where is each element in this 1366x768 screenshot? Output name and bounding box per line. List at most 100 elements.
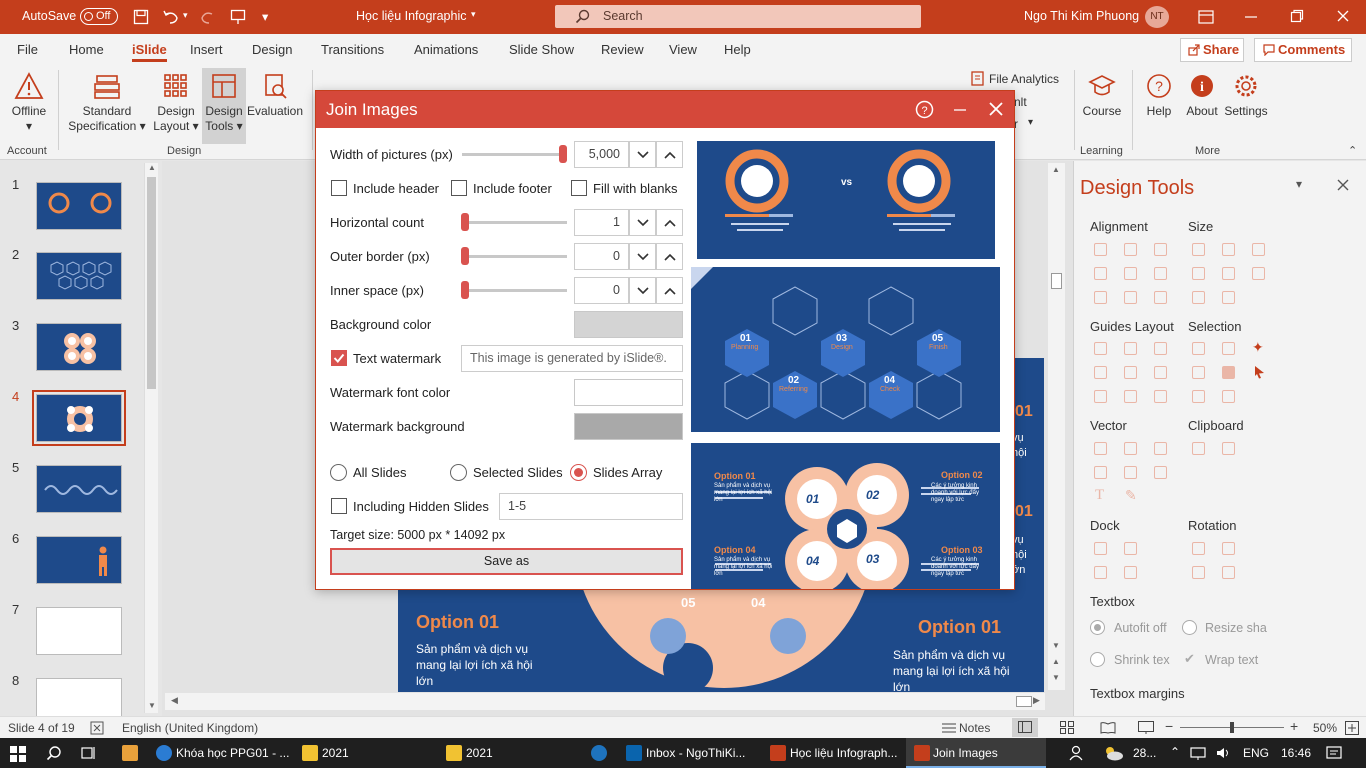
- same-width-icon[interactable]: [1192, 243, 1205, 256]
- taskbar-item-presentation[interactable]: Học liệu Infograph...: [790, 746, 897, 760]
- chevron-up-icon[interactable]: ⌃: [1170, 745, 1180, 759]
- match-width-icon[interactable]: [1192, 267, 1205, 280]
- background-color-swatch[interactable]: [574, 311, 683, 338]
- rotate-right-icon[interactable]: [1222, 542, 1235, 555]
- slide-thumbnail-5[interactable]: [36, 465, 122, 513]
- vector-union-icon[interactable]: [1094, 442, 1107, 455]
- match-height-icon[interactable]: [1222, 267, 1235, 280]
- scrollbar-thumb[interactable]: [147, 177, 156, 389]
- include-footer-checkbox[interactable]: [451, 180, 467, 196]
- settings-button[interactable]: Settings: [1222, 72, 1270, 136]
- redo-icon[interactable]: [200, 9, 216, 25]
- inner-space-input[interactable]: 0: [574, 277, 629, 304]
- horizontal-count-slider-thumb[interactable]: [461, 213, 469, 231]
- evaluation-button[interactable]: Evaluation: [246, 72, 304, 136]
- help-icon[interactable]: ?: [915, 100, 934, 119]
- close-icon[interactable]: [989, 102, 1003, 116]
- offline-button[interactable]: Offline ▾: [6, 72, 52, 136]
- width-input[interactable]: 5,000: [574, 141, 629, 168]
- powerpoint-icon[interactable]: [770, 745, 786, 761]
- user-name[interactable]: Ngo Thi Kim Phuong: [1024, 9, 1139, 23]
- hidden-slides-checkbox[interactable]: [331, 498, 347, 514]
- select-line-icon[interactable]: [1192, 390, 1205, 403]
- save-icon[interactable]: [133, 9, 149, 25]
- width-slider-track[interactable]: [462, 153, 562, 156]
- flip-vertical-icon[interactable]: [1222, 566, 1235, 579]
- share-button[interactable]: Share: [1180, 38, 1244, 62]
- outlook-icon[interactable]: [626, 745, 642, 761]
- tab-design[interactable]: Design: [252, 42, 292, 57]
- scroll-down-icon[interactable]: ▼: [148, 701, 156, 710]
- align-middle-icon[interactable]: [1124, 267, 1137, 280]
- taskbar-item-folder-2[interactable]: 2021: [466, 746, 493, 760]
- horizontal-count-slider-track[interactable]: [462, 221, 567, 224]
- fit-to-window-icon[interactable]: [1345, 721, 1359, 735]
- distribute-grid-icon[interactable]: [1154, 291, 1167, 304]
- language-indicator[interactable]: ENG: [1243, 746, 1269, 760]
- outer-border-slider-track[interactable]: [462, 255, 567, 258]
- fill-blanks-checkbox[interactable]: [571, 180, 587, 196]
- guide-top-icon[interactable]: [1094, 366, 1107, 379]
- folder-icon[interactable]: [302, 745, 318, 761]
- canvas-horizontal-scrollbar[interactable]: ◀ ▶: [165, 693, 1045, 710]
- scrollbar-thumb[interactable]: [1016, 696, 1032, 707]
- width-slider-thumb[interactable]: [559, 145, 567, 163]
- width-increase-button[interactable]: [656, 141, 683, 168]
- volume-icon[interactable]: [1215, 746, 1231, 760]
- about-button[interactable]: i About: [1180, 72, 1224, 136]
- save-as-button[interactable]: Save as: [330, 548, 683, 575]
- ie-icon[interactable]: [591, 745, 607, 761]
- guide-center-icon[interactable]: [1124, 342, 1137, 355]
- same-height-icon[interactable]: [1222, 243, 1235, 256]
- distribute-vertical-icon[interactable]: [1124, 291, 1137, 304]
- select-size-icon[interactable]: [1192, 366, 1205, 379]
- edge-icon[interactable]: [156, 745, 172, 761]
- design-layout-button[interactable]: Design Layout ▾: [152, 72, 200, 144]
- zoom-in-button[interactable]: +: [1290, 718, 1298, 734]
- tab-help[interactable]: Help: [724, 42, 751, 57]
- guide-grid-icon[interactable]: [1094, 390, 1107, 403]
- slide-thumbnail-2[interactable]: [36, 252, 122, 300]
- vector-intersect-icon[interactable]: [1094, 466, 1107, 479]
- slide-sorter-icon[interactable]: [1060, 721, 1074, 734]
- customize-qat-icon[interactable]: ▾: [262, 9, 268, 24]
- align-top-icon[interactable]: [1094, 267, 1107, 280]
- tab-islide[interactable]: iSlide: [132, 42, 167, 62]
- vector-fragment-icon[interactable]: [1154, 442, 1167, 455]
- inner-space-slider-track[interactable]: [462, 289, 567, 292]
- scroll-right-icon[interactable]: ▶: [1033, 695, 1040, 706]
- stretch-width-icon[interactable]: [1192, 291, 1205, 304]
- search-box[interactable]: Search: [555, 5, 921, 28]
- folder-icon[interactable]: [446, 745, 462, 761]
- inner-increase-button[interactable]: [656, 277, 683, 304]
- hcount-decrease-button[interactable]: [629, 209, 656, 236]
- tab-animations[interactable]: Animations: [414, 42, 478, 57]
- document-title[interactable]: Học liệu Infographic: [356, 9, 466, 23]
- vector-subtract-icon[interactable]: [1124, 466, 1137, 479]
- minimize-icon[interactable]: [953, 103, 967, 117]
- select-similar-icon[interactable]: [1192, 342, 1205, 355]
- dock-right-icon[interactable]: [1124, 542, 1137, 555]
- standard-specification-button[interactable]: Standard Specification ▾: [64, 72, 150, 144]
- taskbar-item-folder-1[interactable]: 2021: [322, 746, 349, 760]
- outer-decrease-button[interactable]: [629, 243, 656, 270]
- scroll-left-icon[interactable]: ◀: [171, 695, 178, 706]
- ribbon-display-icon[interactable]: [1198, 10, 1214, 24]
- tab-view[interactable]: View: [669, 42, 697, 57]
- watermark-text-input[interactable]: This image is generated by iSlide®.: [461, 345, 683, 372]
- same-size-icon[interactable]: [1252, 243, 1265, 256]
- outer-border-input[interactable]: 0: [574, 243, 629, 270]
- dock-bottom-icon[interactable]: [1124, 566, 1137, 579]
- all-slides-radio[interactable]: [330, 464, 347, 481]
- tab-insert[interactable]: Insert: [190, 42, 223, 57]
- tab-home[interactable]: Home: [69, 42, 104, 57]
- present-icon[interactable]: [230, 9, 246, 25]
- include-header-checkbox[interactable]: [331, 180, 347, 196]
- course-button[interactable]: Course: [1078, 72, 1126, 136]
- text-watermark-checkbox[interactable]: [331, 350, 347, 366]
- scrollbar-thumb[interactable]: [1051, 273, 1062, 289]
- taskbar-item-course[interactable]: Khóa học PPG01 - ...: [176, 746, 289, 760]
- notifications-icon[interactable]: [1326, 746, 1342, 760]
- selected-slides-radio[interactable]: [450, 464, 467, 481]
- guide-middle-icon[interactable]: [1124, 366, 1137, 379]
